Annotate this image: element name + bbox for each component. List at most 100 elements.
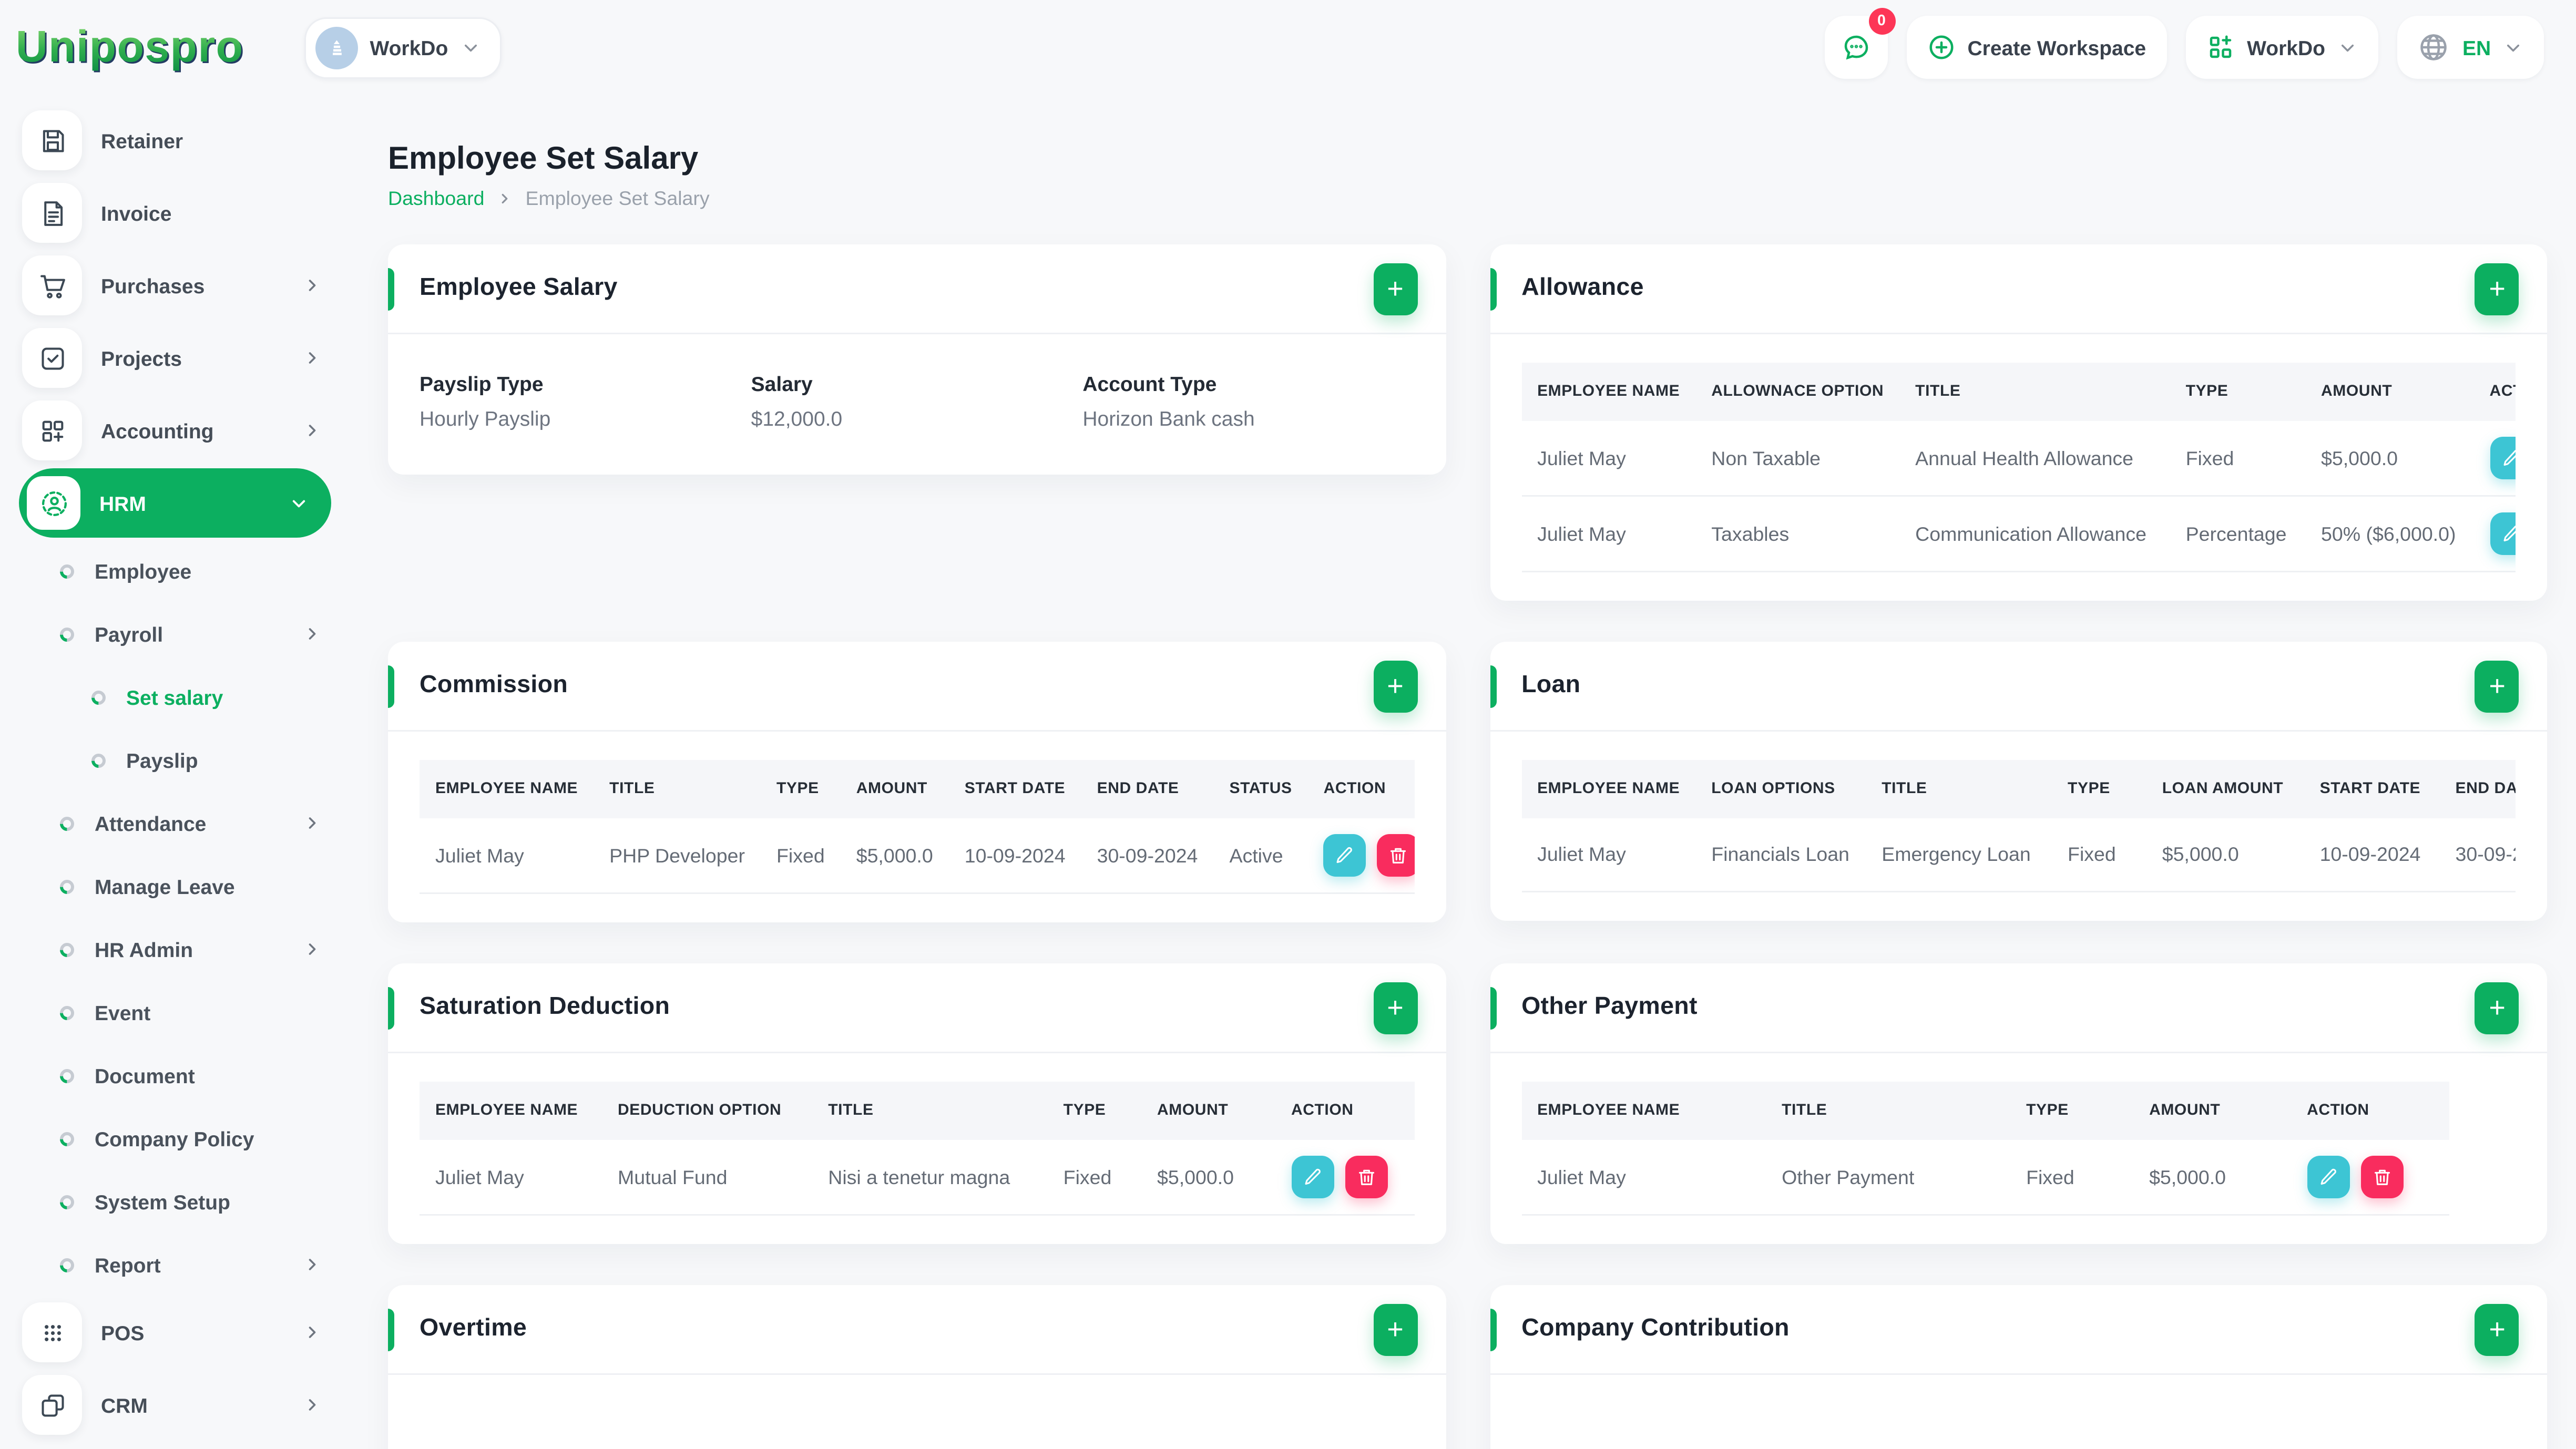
card-header: Commission + — [388, 642, 1446, 732]
bullet-icon — [88, 686, 109, 707]
plus-circle-icon — [1927, 33, 1955, 61]
retainer-icon — [22, 110, 82, 170]
hrm-person-icon — [27, 476, 80, 530]
edit-button[interactable] — [1291, 1156, 1334, 1198]
brand-logo: Unipospro — [16, 22, 244, 73]
delete-button[interactable] — [2360, 1156, 2404, 1198]
table-row: Juliet May Financials Loan Emergency Loan F… — [1521, 818, 2517, 892]
edit-button[interactable] — [1323, 834, 1366, 877]
cell: $5,000.0 — [2305, 421, 2474, 497]
cell: 30-09-2024 — [1081, 818, 1214, 894]
column-header: TYPE — [2010, 1082, 2134, 1140]
bullet-icon — [57, 813, 77, 834]
bullet-icon — [57, 1065, 77, 1086]
add-overtime-button[interactable]: + — [1373, 1303, 1418, 1355]
accent-bar — [1490, 1309, 1497, 1351]
field-account-type: Account Type Horizon Bank cash — [1082, 372, 1255, 430]
pencil-icon — [2503, 449, 2517, 466]
pos-grid-icon — [22, 1302, 82, 1362]
bullet-icon — [57, 1254, 77, 1275]
cell: 10-09-2024 — [948, 818, 1081, 894]
edit-button[interactable] — [2489, 512, 2517, 555]
sidebar-item-manage-leave[interactable]: Manage Leave — [19, 855, 331, 918]
sidebar-item-retainer[interactable]: Retainer — [19, 104, 331, 177]
chevron-right-icon — [303, 1323, 322, 1342]
workspace-switcher[interactable]: WorkDo — [303, 16, 502, 78]
sidebar-item-hr-admin[interactable]: HR Admin — [19, 918, 331, 981]
topbar: Unipospro WorkDo 0 Create Workspace Work… — [0, 0, 2576, 95]
card-title: Employee Salary — [420, 274, 618, 301]
invoice-icon — [22, 183, 82, 243]
cell: Annual Health Allowance — [1899, 421, 2170, 497]
column-header: EMPLOYEE NAME — [1521, 363, 1696, 421]
card-header: Allowance + — [1490, 244, 2548, 334]
cards-grid: Employee Salary + Payslip Type Hourly Pa… — [388, 244, 2548, 1449]
cell: Non Taxable — [1695, 421, 1900, 497]
pencil-icon — [2503, 525, 2517, 542]
column-header: TITLE — [1866, 760, 2052, 818]
messages-button[interactable]: 0 — [1824, 8, 1895, 79]
sidebar-item-accounting[interactable]: Accounting — [19, 394, 331, 467]
breadcrumb-dashboard-link[interactable]: Dashboard — [388, 188, 484, 210]
chevron-right-icon — [303, 624, 322, 643]
language-label: EN — [2462, 35, 2491, 59]
add-employee-salary-button[interactable]: + — [1373, 262, 1418, 315]
sidebar-item-event[interactable]: Event — [19, 981, 331, 1044]
edit-button[interactable] — [2307, 1156, 2350, 1198]
accent-bar — [388, 1309, 394, 1351]
sidebar-item-payroll[interactable]: Payroll — [19, 602, 331, 665]
sidebar-item-invoice[interactable]: Invoice — [19, 177, 331, 249]
cell: $5,000.0 — [840, 818, 949, 894]
sidebar-item-projects[interactable]: Projects — [19, 322, 331, 394]
card-header: Company Contribution + — [1490, 1285, 2548, 1375]
cart-icon — [22, 255, 82, 315]
screen: Unipospro WorkDo 0 Create Workspace Work… — [0, 0, 2576, 1449]
sidebar-item-report[interactable]: Report — [19, 1233, 331, 1296]
main-content: Employee Set Salary Dashboard Employee S… — [350, 95, 2576, 1449]
add-saturation-deduction-button[interactable]: + — [1373, 981, 1418, 1034]
sidebar-item-employee[interactable]: Employee — [19, 539, 331, 602]
workdo-menu-label: WorkDo — [2247, 35, 2325, 59]
add-other-payment-button[interactable]: + — [2475, 981, 2520, 1034]
field-payslip-type: Payslip Type Hourly Payslip — [420, 372, 551, 430]
column-header: AMOUNT — [2305, 363, 2474, 421]
breadcrumb-current: Employee Set Salary — [525, 188, 710, 210]
sidebar-item-hrm[interactable]: HRM — [19, 468, 331, 538]
sidebar-item-payslip[interactable]: Payslip — [19, 728, 331, 792]
column-header: TYPE — [1047, 1082, 1142, 1140]
card-company-contribution: Company Contribution + — [1490, 1285, 2548, 1449]
card-title: Other Payment — [1521, 993, 1698, 1020]
add-allowance-button[interactable]: + — [2475, 262, 2520, 315]
create-workspace-button[interactable]: Create Workspace — [1906, 16, 2167, 79]
bullet-icon — [57, 623, 77, 644]
sidebar-item-crm[interactable]: CRM — [19, 1369, 331, 1441]
sidebar-item-purchases[interactable]: Purchases — [19, 249, 331, 322]
accent-bar — [388, 665, 394, 708]
card-loan: Loan + EMPLOYEE NAME LOAN OPTIONS TITLE TYP… — [1490, 642, 2548, 921]
delete-button[interactable] — [1377, 834, 1415, 877]
table-row: Juliet May Taxables Communication Allowanc… — [1521, 496, 2517, 572]
column-header: TITLE — [1766, 1082, 2011, 1140]
grid-plus-icon — [22, 400, 82, 460]
add-company-contribution-button[interactable]: + — [2475, 1303, 2520, 1355]
table-row: Juliet May Mutual Fund Nisi a tenetur magn… — [420, 1140, 1415, 1216]
workspace-name: WorkDo — [370, 35, 448, 59]
sidebar-item-pos[interactable]: POS — [19, 1296, 331, 1369]
cell: Financials Loan — [1695, 818, 1866, 892]
language-selector[interactable]: EN — [2397, 16, 2545, 79]
workdo-menu-button[interactable]: WorkDo — [2185, 16, 2379, 79]
edit-button[interactable] — [2489, 437, 2517, 479]
field-salary: Salary $12,000.0 — [751, 372, 843, 430]
sidebar-item-company-policy[interactable]: Company Policy — [19, 1107, 331, 1170]
column-header: START DATE — [948, 760, 1081, 818]
cell: Fixed — [2170, 421, 2306, 497]
topbar-actions: 0 Create Workspace WorkDo EN — [1824, 8, 2545, 79]
bullet-icon — [57, 939, 77, 960]
add-loan-button[interactable]: + — [2475, 660, 2520, 712]
sidebar-item-system-setup[interactable]: System Setup — [19, 1170, 331, 1233]
delete-button[interactable] — [1344, 1156, 1387, 1198]
sidebar-item-attendance[interactable]: Attendance — [19, 792, 331, 855]
add-commission-button[interactable]: + — [1373, 660, 1418, 712]
sidebar-item-set-salary[interactable]: Set salary — [19, 665, 331, 728]
sidebar-item-document[interactable]: Document — [19, 1044, 331, 1107]
